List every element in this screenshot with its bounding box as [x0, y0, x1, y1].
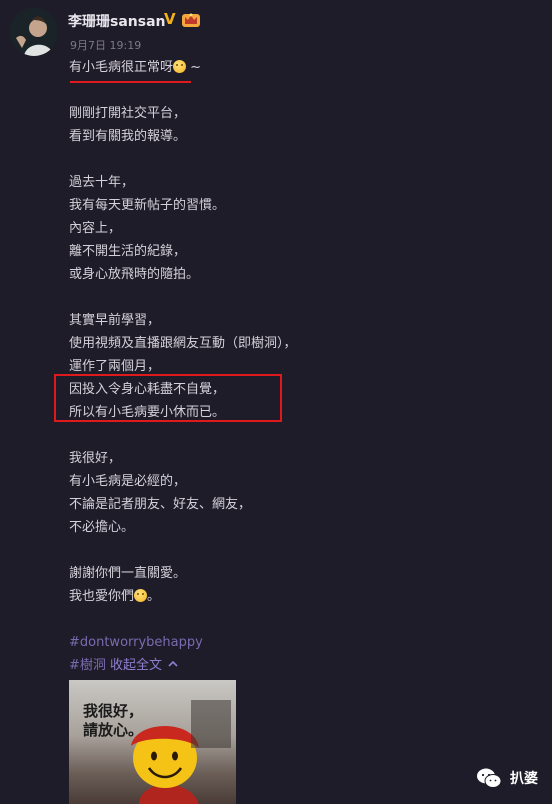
post-spacer [69, 79, 509, 102]
verified-v-icon: V [164, 10, 176, 28]
chevron-up-icon [168, 660, 178, 667]
collapse-button[interactable]: 收起全文 [110, 658, 180, 673]
hashtag-link[interactable]: #dontworrybehappy [69, 631, 509, 654]
wechat-icon [477, 768, 502, 788]
post-line: 或身心放飛時的隨拍。 [69, 267, 200, 282]
post-spacer [69, 148, 509, 171]
post-spacer [69, 286, 509, 309]
post-line: 過去十年， [69, 175, 135, 190]
smile-emoji-icon [173, 60, 187, 73]
topic-tag-link[interactable]: #樹洞 [69, 658, 106, 673]
smiley-doll-illustration [131, 700, 231, 804]
post-spacer [69, 424, 509, 447]
post-line: 有小毛病是必經的， [69, 474, 187, 489]
post-line: 看到有關我的報導。 [69, 129, 187, 144]
smile-emoji-icon [134, 589, 148, 602]
post-line: 使用視頻及直播跟網友互動（即樹洞）， [69, 336, 297, 351]
topic-row: #樹洞 收起全文 [69, 654, 509, 677]
post-line: 我也愛你們。 [69, 589, 161, 604]
post-image[interactable]: 我很好， 請放心。 [69, 680, 236, 804]
post-line: 剛剛打開社交平台， [69, 106, 187, 121]
post-line: 謝謝你們一直關愛。 [69, 566, 187, 581]
post-line: 我有每天更新帖子的習慣。 [69, 198, 226, 213]
post-line: 離不開生活的紀錄， [69, 244, 187, 259]
post-line: 不論是記者朋友、好友、網友， [69, 497, 252, 512]
post-spacer [69, 608, 509, 631]
post-line: 內容上， [69, 221, 122, 236]
watermark: 扒婆 [476, 765, 538, 791]
post-line: 我很好， [69, 451, 122, 466]
post-line: 其實早前學習， [69, 313, 161, 328]
avatar[interactable] [10, 8, 58, 56]
watermark-label: 扒婆 [510, 771, 538, 787]
post-line: 有小毛病很正常呀 ~ [69, 60, 202, 75]
post-time: 9月7日 19:19 [70, 39, 142, 52]
post-body: 有小毛病很正常呀 ~ 剛剛打開社交平台， 看到有關我的報導。 過去十年， 我有每… [69, 56, 509, 677]
avatar-image [10, 8, 58, 56]
post-line: 不必擔心。 [69, 520, 135, 535]
post-username[interactable]: 李珊珊sansan [68, 11, 166, 31]
highlight-box [54, 374, 282, 422]
crown-badge-icon [182, 13, 200, 27]
post-spacer [69, 539, 509, 562]
